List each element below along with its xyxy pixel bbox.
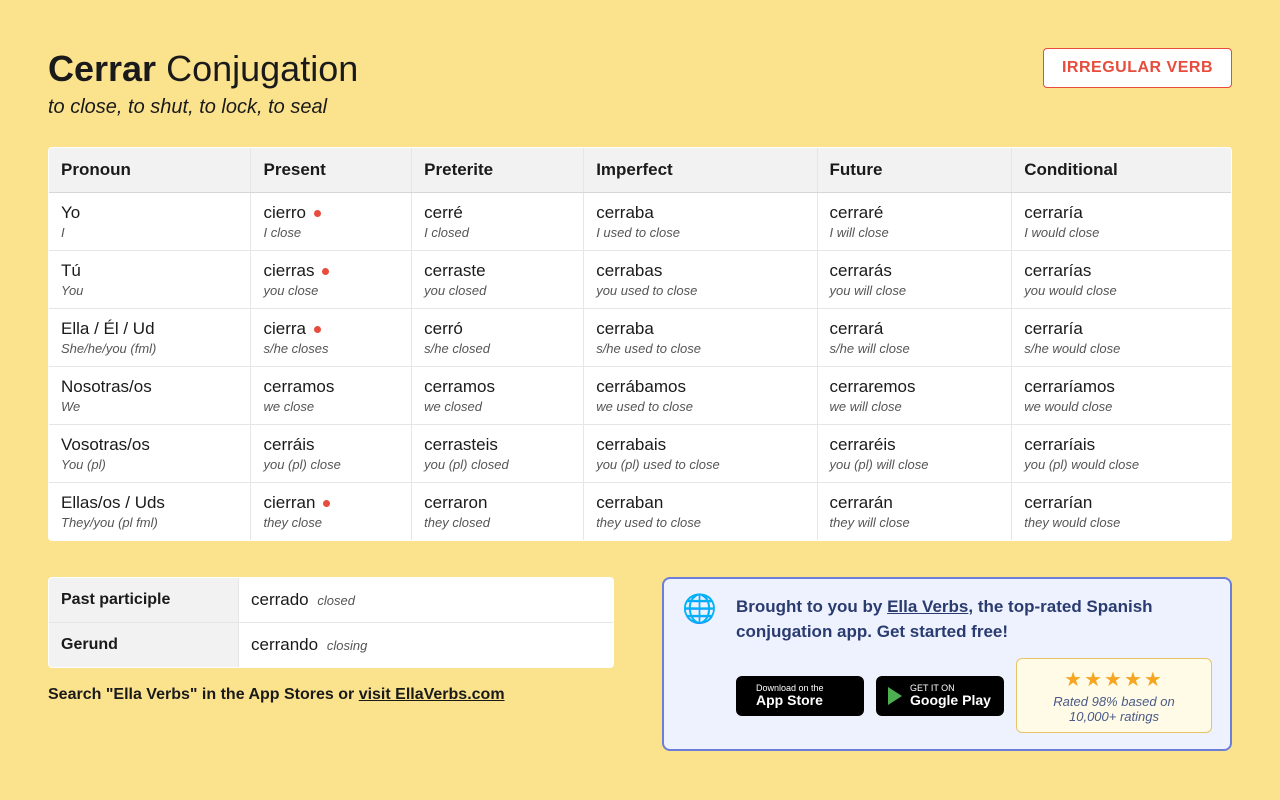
pronoun-cell: Nosotras/osWe xyxy=(49,367,251,425)
irregular-dot-icon xyxy=(323,500,330,507)
conjugation-cell: cerraréI will close xyxy=(817,193,1012,251)
conjugation-cell: cerraríaI would close xyxy=(1012,193,1232,251)
play-icon xyxy=(888,687,902,705)
conjugation-cell: cerraremoswe will close xyxy=(817,367,1012,425)
conjugation-cell: cerrabasyou used to close xyxy=(584,251,817,309)
pronoun-cell: TúYou xyxy=(49,251,251,309)
column-header: Present xyxy=(251,148,412,193)
app-icon: 🌐 xyxy=(682,595,722,733)
irregular-dot-icon xyxy=(314,326,321,333)
conjugation-cell: cerraréisyou (pl) will close xyxy=(817,425,1012,483)
conjugation-cell: cerrabas/he used to close xyxy=(584,309,817,367)
conjugation-table: PronounPresentPreteriteImperfectFutureCo… xyxy=(48,147,1232,541)
stars-icon: ★★★★★ xyxy=(1035,667,1193,692)
conjugation-cell: cerrarás/he will close xyxy=(817,309,1012,367)
conjugation-cell: cerrasteyou closed xyxy=(412,251,584,309)
conjugation-cell: cerrábamoswe used to close xyxy=(584,367,817,425)
pronoun-cell: Vosotras/osYou (pl) xyxy=(49,425,251,483)
conjugation-cell: cerramoswe close xyxy=(251,367,412,425)
table-row: Ella / Él / UdShe/he/you (fml)cierra s/h… xyxy=(49,309,1232,367)
verb-name: Cerrar xyxy=(48,48,156,89)
ella-verbs-link[interactable]: Ella Verbs xyxy=(887,597,968,616)
conjugation-cell: cerrabaI used to close xyxy=(584,193,817,251)
pronoun-cell: YoI xyxy=(49,193,251,251)
conjugation-cell: cerrabanthey used to close xyxy=(584,483,817,541)
conjugation-cell: cierro I close xyxy=(251,193,412,251)
rating-text: Rated 98% based on 10,000+ ratings xyxy=(1035,694,1193,724)
conjugation-cell: cierran they close xyxy=(251,483,412,541)
subtitle: to close, to shut, to lock, to seal xyxy=(48,96,358,119)
conjugation-cell: cerraríasyou would close xyxy=(1012,251,1232,309)
conjugation-cell: cerrasteisyou (pl) closed xyxy=(412,425,584,483)
conjugation-cell: cerraríanthey would close xyxy=(1012,483,1232,541)
table-row: Ellas/os / UdsThey/you (pl fml)cierran t… xyxy=(49,483,1232,541)
app-store-badge[interactable]: Download on the App Store xyxy=(736,676,864,716)
conjugation-cell: cerráisyou (pl) close xyxy=(251,425,412,483)
conjugation-cell: cerréI closed xyxy=(412,193,584,251)
irregular-badge: IRREGULAR VERB xyxy=(1043,48,1232,88)
table-row: TúYoucierras you closecerrasteyou closed… xyxy=(49,251,1232,309)
gerund-label: Gerund xyxy=(49,623,239,668)
irregular-dot-icon xyxy=(322,268,329,275)
past-participle-label: Past participle xyxy=(49,578,239,623)
search-note: Search "Ella Verbs" in the App Stores or… xyxy=(48,686,614,704)
participle-table: Past participle cerrado closed Gerund ce… xyxy=(48,577,614,668)
conjugation-cell: cerraríaisyou (pl) would close xyxy=(1012,425,1232,483)
pronoun-cell: Ellas/os / UdsThey/you (pl fml) xyxy=(49,483,251,541)
table-row: Nosotras/osWecerramoswe closecerramoswe … xyxy=(49,367,1232,425)
page-title: Cerrar Conjugation xyxy=(48,48,358,90)
pronoun-cell: Ella / Él / UdShe/he/you (fml) xyxy=(49,309,251,367)
table-row: YoIcierro I closecerréI closedcerrabaI u… xyxy=(49,193,1232,251)
conjugation-cell: cerrabaisyou (pl) used to close xyxy=(584,425,817,483)
conjugation-cell: cerrós/he closed xyxy=(412,309,584,367)
irregular-dot-icon xyxy=(314,210,321,217)
conjugation-cell: cierras you close xyxy=(251,251,412,309)
gerund-value: cerrando closing xyxy=(239,623,614,668)
table-row: Vosotras/osYou (pl)cerráisyou (pl) close… xyxy=(49,425,1232,483)
google-play-badge[interactable]: GET IT ON Google Play xyxy=(876,676,1004,716)
conjugation-cell: cerramoswe closed xyxy=(412,367,584,425)
conjugation-cell: cerraránthey will close xyxy=(817,483,1012,541)
conjugation-cell: cierra s/he closes xyxy=(251,309,412,367)
column-header: Future xyxy=(817,148,1012,193)
column-header: Imperfect xyxy=(584,148,817,193)
rating-box: ★★★★★ Rated 98% based on 10,000+ ratings xyxy=(1016,658,1212,733)
visit-link[interactable]: visit EllaVerbs.com xyxy=(359,686,505,703)
conjugation-cell: cerrarías/he would close xyxy=(1012,309,1232,367)
title-suffix: Conjugation xyxy=(166,48,358,89)
conjugation-cell: cerraríamoswe would close xyxy=(1012,367,1232,425)
column-header: Preterite xyxy=(412,148,584,193)
past-participle-value: cerrado closed xyxy=(239,578,614,623)
column-header: Pronoun xyxy=(49,148,251,193)
promo-box: 🌐 Brought to you by Ella Verbs, the top-… xyxy=(662,577,1232,751)
conjugation-cell: cerraronthey closed xyxy=(412,483,584,541)
column-header: Conditional xyxy=(1012,148,1232,193)
conjugation-cell: cerrarásyou will close xyxy=(817,251,1012,309)
promo-text: Brought to you by Ella Verbs, the top-ra… xyxy=(736,595,1212,644)
